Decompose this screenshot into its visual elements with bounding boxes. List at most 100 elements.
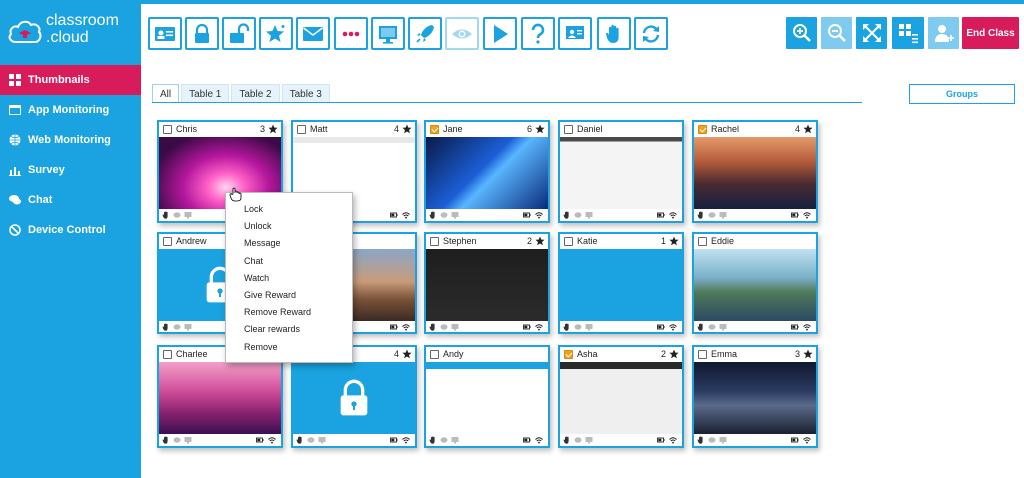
locked-screen-icon (340, 379, 368, 416)
chat-icon (440, 324, 448, 330)
zoom-out-button[interactable] (821, 17, 852, 49)
select-checkbox[interactable] (297, 125, 306, 134)
menu-item-remove-reward[interactable]: Remove Reward (226, 304, 352, 321)
select-checkbox[interactable] (163, 350, 172, 359)
sidebar-item-survey[interactable]: Survey (0, 155, 141, 185)
student-card[interactable]: Stephen 2 (424, 232, 550, 334)
tab-table-1[interactable]: Table 1 (181, 84, 230, 103)
screen-thumbnail[interactable] (159, 362, 281, 434)
menu-item-watch[interactable]: Watch (226, 270, 352, 287)
select-checkbox[interactable] (698, 237, 707, 246)
tab-table-2[interactable]: Table 2 (231, 84, 280, 103)
refresh-button[interactable] (634, 17, 668, 50)
launch-button[interactable] (408, 17, 442, 50)
student-name: Rachel (711, 124, 740, 134)
select-checkbox[interactable] (564, 350, 573, 359)
screen-thumbnail[interactable] (560, 362, 682, 434)
card-status-bar (694, 209, 816, 221)
sidebar-item-app-monitoring[interactable]: App Monitoring (0, 95, 141, 125)
add-user-button[interactable] (928, 17, 959, 49)
reward-button[interactable] (259, 17, 293, 50)
menu-item-give-reward[interactable]: Give Reward (226, 287, 352, 304)
groups-button[interactable]: Groups (909, 84, 1015, 104)
student-card[interactable]: Andy (424, 345, 550, 448)
screen-thumbnail[interactable] (560, 249, 682, 321)
student-card[interactable]: Rachel 4 (692, 120, 818, 223)
help-button[interactable] (521, 17, 555, 50)
sidebar-item-device-control[interactable]: Device Control (0, 215, 141, 245)
screen-thumbnail[interactable] (560, 137, 682, 209)
student-card[interactable]: Daniel (558, 120, 684, 223)
screen-thumbnail[interactable] (694, 362, 816, 434)
tab-all[interactable]: All (152, 84, 180, 103)
menu-item-unlock[interactable]: Unlock (226, 218, 352, 235)
select-checkbox[interactable] (698, 350, 707, 359)
message-button[interactable] (296, 17, 330, 50)
select-checkbox[interactable] (163, 237, 172, 246)
student-name: Stephen (443, 236, 477, 246)
card-status-bar (426, 209, 548, 221)
sidebar-nav: Thumbnails App Monitoring Web Monitoring… (0, 65, 141, 245)
menu-item-message[interactable]: Message (226, 235, 352, 252)
card-status-bar (426, 434, 548, 446)
app-root: classroom .cloud Thumbnails App Monitori… (0, 0, 1024, 478)
select-checkbox[interactable] (430, 350, 439, 359)
register-button[interactable] (148, 17, 182, 50)
wifi-icon (535, 212, 543, 219)
select-checkbox[interactable] (430, 237, 439, 246)
battery-icon (657, 437, 665, 443)
play-button[interactable] (483, 17, 517, 50)
present-button[interactable] (558, 17, 592, 50)
screen-thumbnail[interactable] (426, 249, 548, 321)
sidebar-item-thumbnails[interactable]: Thumbnails (0, 65, 141, 95)
more-options-button[interactable] (334, 17, 368, 50)
watch-button[interactable] (445, 17, 479, 50)
fit-icon (862, 24, 881, 42)
menu-item-clear-rewards[interactable]: Clear rewards (226, 321, 352, 338)
lock-button[interactable] (185, 17, 219, 50)
sidebar-item-chat[interactable]: Chat (0, 185, 141, 215)
screen-button[interactable] (371, 17, 405, 50)
groups-list-button[interactable] (892, 17, 924, 49)
student-card[interactable]: Emma 3 (692, 345, 818, 448)
select-checkbox[interactable] (430, 125, 439, 134)
student-name: Andrew (176, 236, 207, 246)
menu-item-lock[interactable]: Lock (226, 201, 352, 218)
wifi-icon (803, 324, 811, 331)
screen-thumbnail[interactable] (426, 362, 548, 434)
sidebar-item-web-monitoring[interactable]: Web Monitoring (0, 125, 141, 155)
raise-hand-button[interactable] (597, 17, 631, 50)
student-card[interactable]: Jane 6 (424, 120, 550, 223)
unlock-button[interactable] (222, 17, 256, 50)
hand-icon (697, 436, 703, 444)
menu-item-remove[interactable]: Remove (226, 339, 352, 356)
end-class-button[interactable]: End Class (962, 17, 1019, 49)
card-header: Matt 4 (293, 122, 415, 137)
battery-icon (523, 324, 531, 330)
sidebar: classroom .cloud Thumbnails App Monitori… (0, 0, 141, 478)
wifi-icon (669, 437, 677, 444)
monitor-icon (184, 212, 192, 219)
zoom-in-button[interactable] (786, 17, 817, 49)
select-checkbox[interactable] (698, 125, 707, 134)
screen-thumbnail[interactable] (293, 362, 415, 434)
student-card[interactable]: Asha 2 (558, 345, 684, 448)
screen-thumbnail[interactable] (426, 137, 548, 209)
select-checkbox[interactable] (163, 125, 172, 134)
student-card[interactable]: Katie 1 (558, 232, 684, 334)
battery-icon (390, 324, 398, 330)
select-checkbox[interactable] (564, 125, 573, 134)
monitor-icon (451, 212, 459, 219)
screen-icon (379, 25, 397, 44)
screen-thumbnail[interactable] (694, 137, 816, 209)
screen-thumbnail[interactable] (694, 249, 816, 321)
select-checkbox[interactable] (564, 237, 573, 246)
brand-line1: classroom (46, 12, 119, 29)
reward-star-icon (268, 124, 278, 134)
tab-table-3[interactable]: Table 3 (281, 84, 330, 103)
fit-screen-button[interactable] (856, 17, 887, 49)
menu-item-chat[interactable]: Chat (226, 253, 352, 270)
student-card[interactable]: Eddie (692, 232, 818, 334)
card-header: Andy (426, 347, 548, 362)
wifi-icon (669, 324, 677, 331)
